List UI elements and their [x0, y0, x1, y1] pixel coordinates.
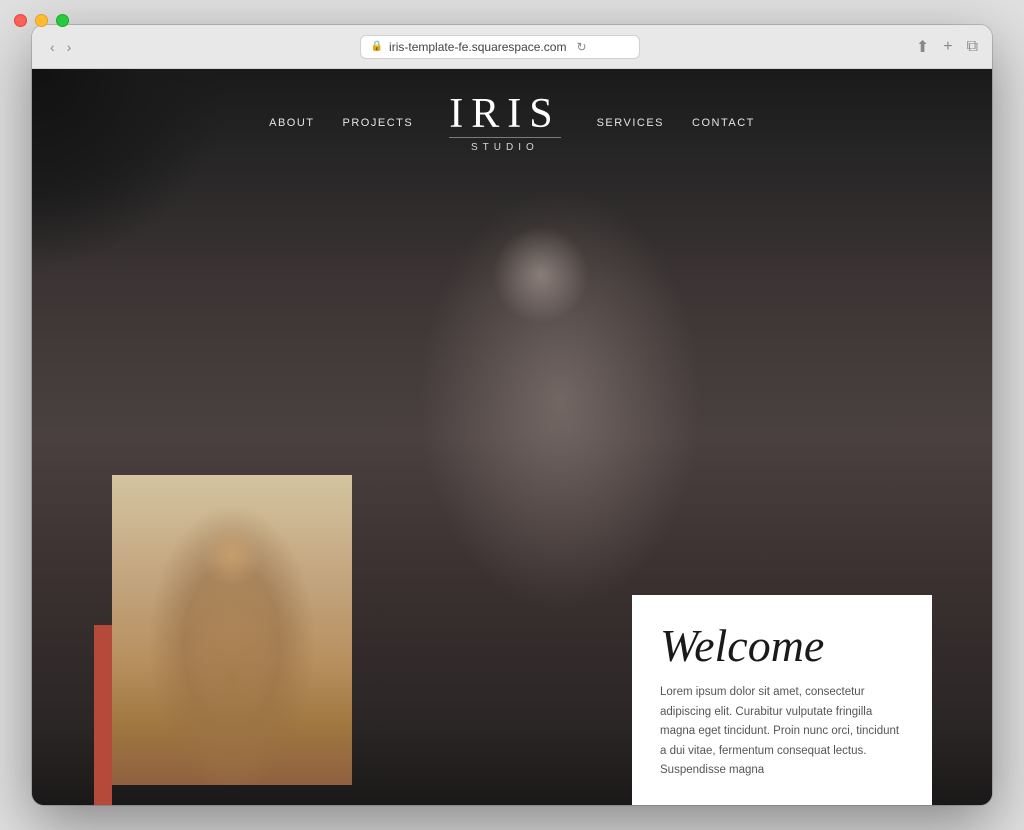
- minimize-button[interactable]: [35, 25, 48, 27]
- nav-arrows: ‹ ›: [46, 37, 75, 57]
- nav-projects[interactable]: Projects: [343, 117, 414, 129]
- nav-logo[interactable]: IRIS STUDIO: [449, 93, 560, 153]
- website: About Projects IRIS STUDIO Services Cont…: [32, 69, 992, 805]
- share-icon[interactable]: ⬆: [916, 37, 929, 57]
- url-bar[interactable]: 🔒 iris-template-fe.squarespace.com ↻: [360, 35, 640, 59]
- welcome-title: Welcome: [660, 623, 904, 669]
- title-bar-center: 🔒 iris-template-fe.squarespace.com ↻: [91, 35, 907, 59]
- main-nav: About Projects IRIS STUDIO Services Cont…: [32, 69, 992, 177]
- nav-about[interactable]: About: [269, 117, 314, 129]
- logo-main: IRIS: [449, 91, 560, 137]
- back-button[interactable]: ‹: [46, 37, 59, 57]
- refresh-button[interactable]: ↻: [576, 40, 586, 54]
- forward-button[interactable]: ›: [63, 37, 76, 57]
- photo-figure: [162, 525, 302, 785]
- nav-left: About Projects: [269, 117, 413, 129]
- welcome-text: Lorem ipsum dolor sit amet, consectetur …: [660, 683, 904, 781]
- new-tab-icon[interactable]: +: [943, 38, 952, 56]
- nav-contact[interactable]: Contact: [692, 117, 755, 129]
- mac-window: ‹ › 🔒 iris-template-fe.squarespace.com ↻…: [32, 25, 992, 805]
- browser-content: About Projects IRIS STUDIO Services Cont…: [32, 69, 992, 805]
- url-text: iris-template-fe.squarespace.com: [389, 40, 566, 54]
- nav-services[interactable]: Services: [597, 117, 664, 129]
- welcome-box: Welcome Lorem ipsum dolor sit amet, cons…: [632, 595, 932, 805]
- lock-icon: 🔒: [371, 41, 383, 52]
- nav-right: Services Contact: [597, 117, 755, 129]
- photo-card-inner: [112, 475, 352, 785]
- logo-sub: STUDIO: [449, 137, 560, 153]
- toolbar-actions: ⬆ + ⧉: [916, 37, 978, 57]
- sidebar-icon[interactable]: ⧉: [967, 38, 978, 56]
- red-accent-bar: [94, 625, 112, 805]
- photo-card: [112, 475, 352, 785]
- title-bar: ‹ › 🔒 iris-template-fe.squarespace.com ↻…: [32, 25, 992, 69]
- maximize-button[interactable]: [56, 25, 69, 27]
- window-controls: [32, 25, 69, 27]
